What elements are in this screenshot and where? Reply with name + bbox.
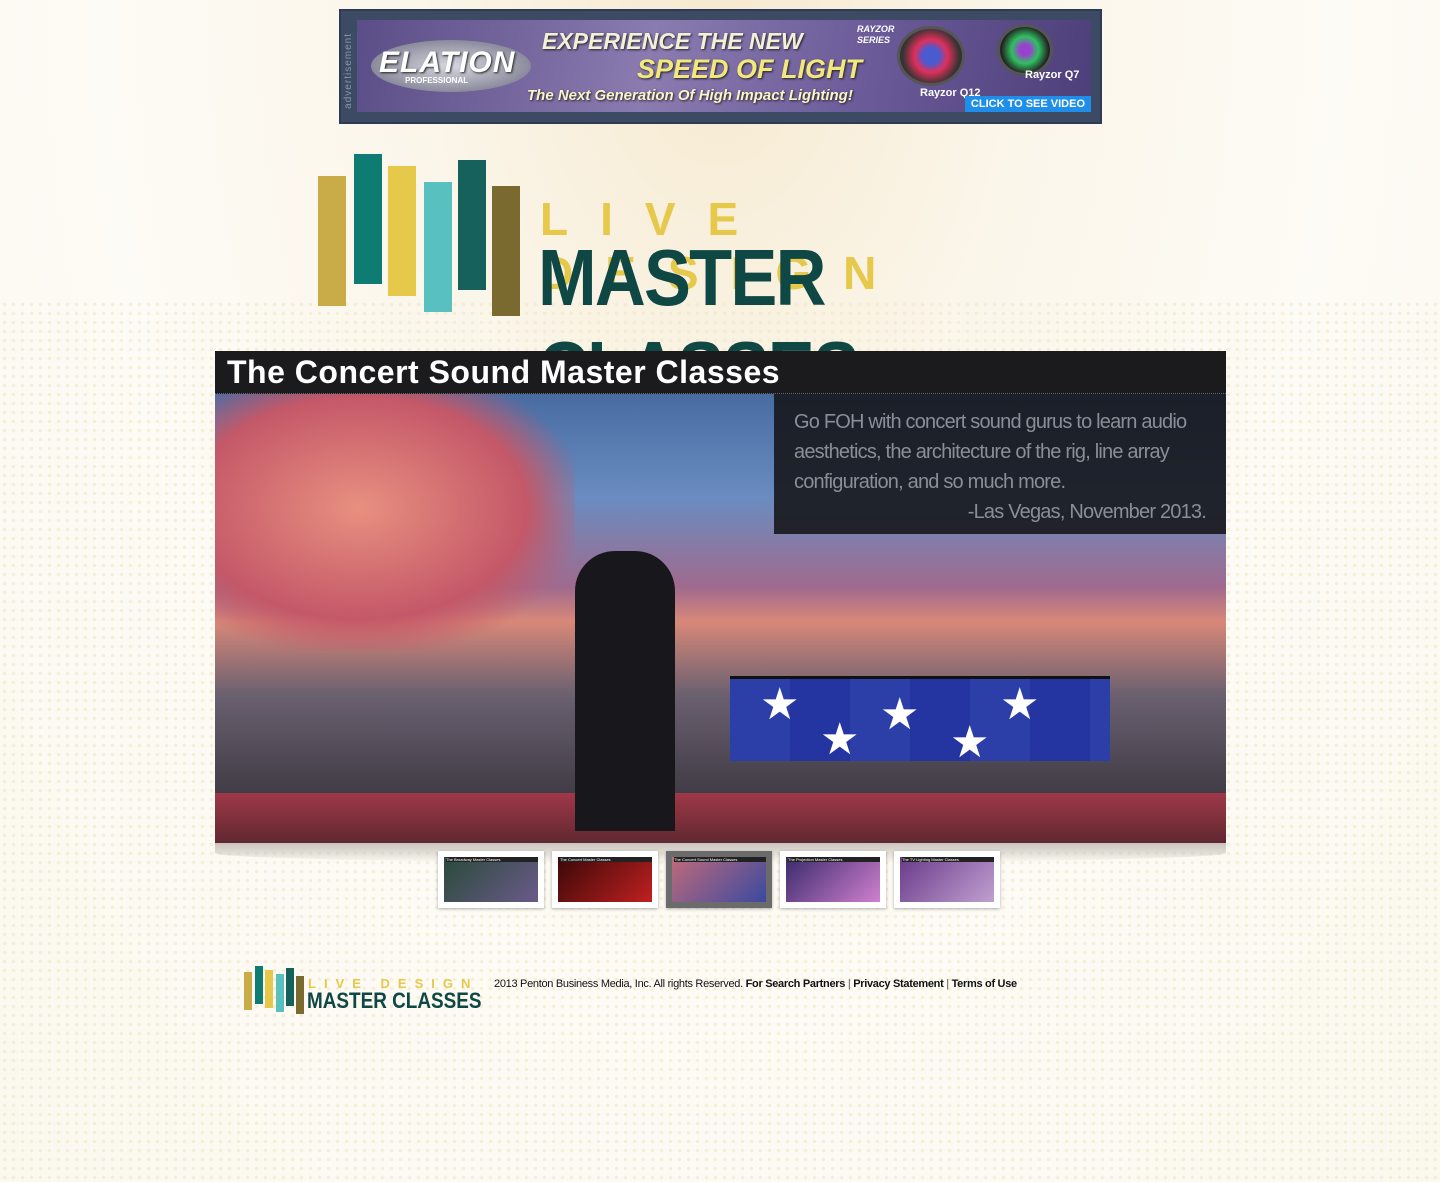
advertisement-banner[interactable]: advertisement ELATION PROFESSIONAL EXPERI… [339,9,1102,124]
logo-bar [286,968,294,1006]
live-design-master-classes-logo[interactable]: LIVE DESIGN MASTER CLASSES [318,154,1128,414]
thumbnail-caption: The Projection Master Classes [788,857,880,862]
logo-bar [244,972,252,1010]
featured-slide[interactable]: ★ ★ ★ ★ ★ The Concert Sound Master Classes G… [215,351,1226,843]
logo-bar [354,154,382,284]
logo-bar [276,974,284,1012]
ad-headline-2: SPEED OF LIGHT [637,54,863,84]
logo-bar [296,976,304,1014]
privacy-statement-link[interactable]: Privacy Statement [853,978,944,990]
slide-thumbnails: The Broadway Master Classes The Concert M… [438,851,1000,908]
hero-photo-performer [575,551,675,831]
advertisement-label: advertisement [343,33,354,109]
slide-description: Go FOH with concert sound gurus to learn… [794,411,1187,493]
hero-photo-piano: ★ ★ ★ ★ ★ [730,676,1110,767]
logo-bar [492,186,520,316]
thumbnail-caption: The Broadway Master Classes [446,857,538,862]
thumbnail-caption: The Concert Sound Master Classes [674,857,766,862]
copyright: 2013 Penton Business Media, Inc. All rig… [494,978,743,990]
hero-photo-stage [215,793,1226,843]
slide-title: The Concert Sound Master Classes [227,354,781,390]
thumbnail-image: The TV Lighting Master Classes [900,857,994,902]
rayzor-q12-image [897,26,965,86]
ad-product-2: Rayzor Q7 [1025,69,1080,81]
thumbnail-caption: The TV Lighting Master Classes [902,857,994,862]
thumbnail-image: The Broadway Master Classes [444,857,538,902]
thumbnail-3[interactable]: The Concert Sound Master Classes [666,851,772,908]
footer-logo-text-2: MASTER CLASSES [307,988,482,1013]
footer: 2013 Penton Business Media, Inc. All rig… [494,978,1017,990]
thumbnail-4[interactable]: The Projection Master Classes [780,851,886,908]
footer-logo[interactable]: LIVE DESIGN MASTER CLASSES [244,966,482,1016]
logo-bar [388,166,416,296]
thumbnail-2[interactable]: The Concert Master Classes [552,851,658,908]
slide-description-box: Go FOH with concert sound gurus to learn… [774,394,1226,534]
elation-logo: ELATION PROFESSIONAL [371,40,531,92]
ad-series: RAYZOR SERIES [857,24,895,45]
ad-headline: EXPERIENCE THE NEW [542,28,803,54]
slide-signature: -Las Vegas, November 2013. [967,501,1207,523]
logo-bar [255,966,263,1004]
thumbnail-caption: The Concert Master Classes [560,857,652,862]
thumbnail-image: The Projection Master Classes [786,857,880,902]
search-partners-link[interactable]: For Search Partners [746,978,846,990]
logo-bar [318,176,346,306]
thumbnail-image: The Concert Sound Master Classes [672,857,766,902]
logo-bar [458,160,486,290]
logo-bar [265,970,273,1008]
hero-photo-screen [215,391,575,651]
terms-of-use-link[interactable]: Terms of Use [952,978,1018,990]
thumbnail-image: The Concert Master Classes [558,857,652,902]
slide-title-bar: The Concert Sound Master Classes [215,351,1226,394]
thumbnail-1[interactable]: The Broadway Master Classes [438,851,544,908]
thumbnail-5[interactable]: The TV Lighting Master Classes [894,851,1000,908]
ad-tagline: The Next Generation Of High Impact Light… [527,87,853,104]
click-to-see-video-button[interactable]: CLICK TO SEE VIDEO [964,96,1091,112]
logo-bar [424,182,452,312]
